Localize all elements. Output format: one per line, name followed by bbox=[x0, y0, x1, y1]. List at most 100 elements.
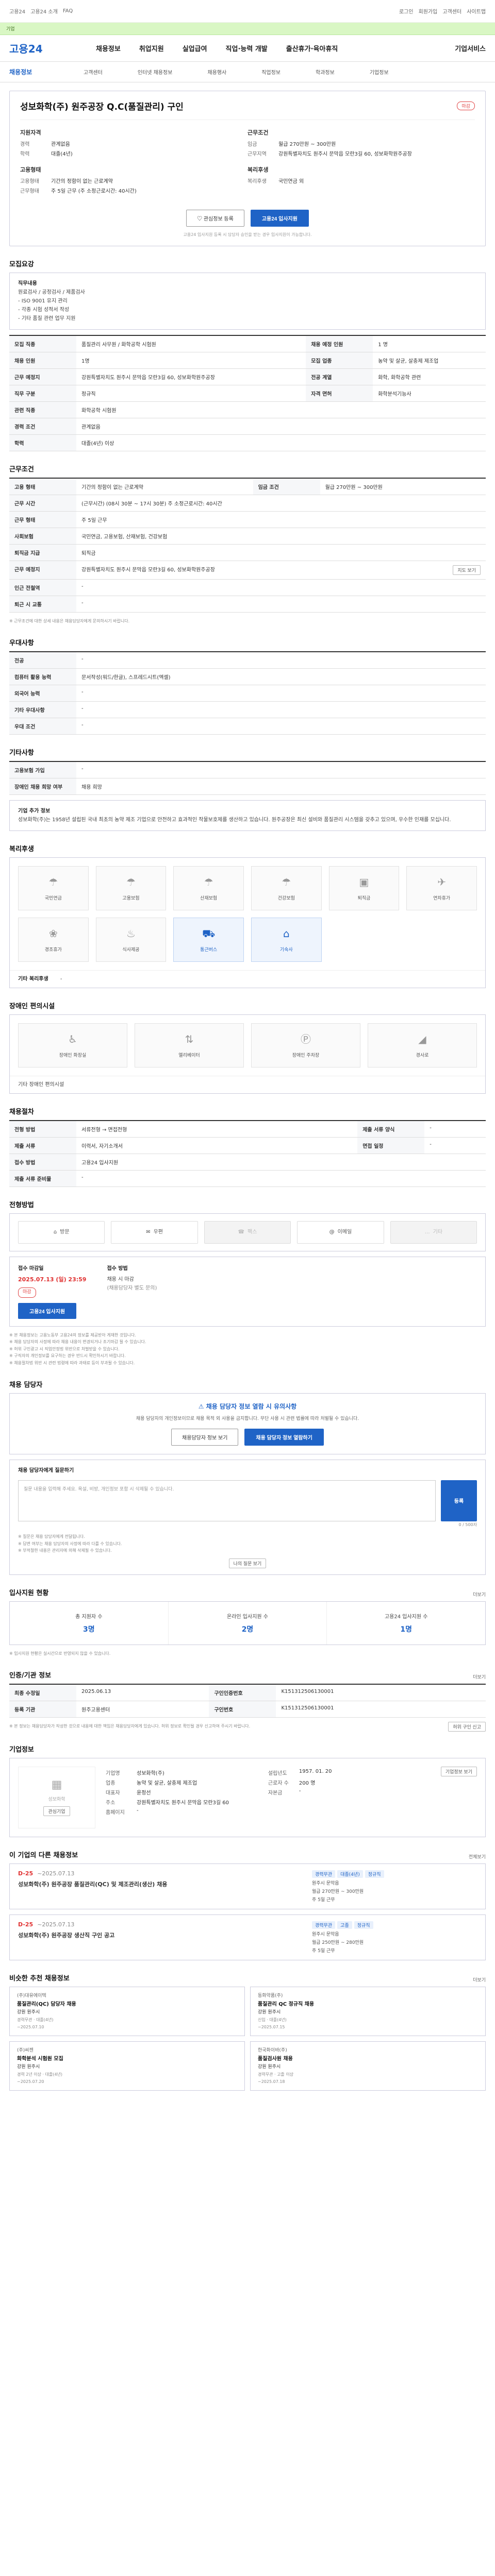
conditions-table: 고용 형태 기간의 정함이 없는 근로계약 임금 조건 월급 270만원 ~ 300만… bbox=[9, 478, 486, 613]
recommend-card[interactable]: 동화약품(주) 품질관리 QC 정규직 채용 강원 원주시 신입 · 대졸(4년) ~2… bbox=[250, 1986, 486, 2036]
kv-key: 설립년도 bbox=[268, 1770, 287, 1776]
recommend-company: 동화약품(주) bbox=[258, 1993, 283, 1998]
utility-link[interactable]: 고용24 소개 bbox=[30, 7, 58, 15]
recommend-card[interactable]: (주)대유에이텍 품질관리(QC) 담당자 채용 강원 원주시 경력무관 · 대졸(4… bbox=[9, 1986, 245, 2036]
contact-show-button[interactable]: 채용담당자 정보 보기 bbox=[171, 1428, 239, 1446]
row-value: K151312506130001 bbox=[276, 1701, 486, 1718]
other-job-card[interactable]: D-25 ~2025.07.13 성보화학(주) 원주공장 생산직 구인 공고 경력무… bbox=[9, 1914, 486, 1960]
support-link[interactable]: 고객센터 bbox=[442, 7, 461, 15]
counter-item: 총 지원자 수 3명 bbox=[10, 1601, 169, 1645]
gnb-leave[interactable]: 출산휴가·육아휴직 bbox=[277, 43, 348, 53]
table-row: 퇴직금 지급 퇴직금 bbox=[9, 544, 486, 561]
benefit-icon: ☂ bbox=[282, 875, 291, 888]
kv-value: 기간의 정함이 없는 근로계약 bbox=[51, 179, 113, 184]
gnb-jobs[interactable]: 채용정보 bbox=[87, 43, 130, 53]
row-value: - bbox=[76, 1170, 486, 1187]
recommend-title[interactable]: 품질관리 QC 정규직 채용 bbox=[258, 2000, 478, 2009]
company-more-button[interactable]: 기업정보 보기 bbox=[440, 1766, 477, 1776]
job-tag: 고졸 bbox=[337, 1921, 352, 1929]
note-line: ※ 채용절차법 위반 시 관련 법령에 따라 과태료 등이 부과될 수 있습니다… bbox=[9, 1360, 135, 1365]
apply-method-item[interactable]: @ 이메일 bbox=[297, 1221, 384, 1244]
benefit-icon: ⌂ bbox=[283, 927, 290, 940]
recommend-date: ~2025.07.10 bbox=[17, 2024, 44, 2029]
status-more-link[interactable]: 더보기 bbox=[473, 1591, 486, 1598]
signup-link[interactable]: 회원가입 bbox=[419, 7, 438, 15]
recommend-more-link[interactable]: 더보기 bbox=[473, 1976, 486, 1983]
other-jobs-more-link[interactable]: 전체보기 bbox=[469, 1853, 486, 1860]
gnb-training[interactable]: 직업·능력 개발 bbox=[217, 43, 277, 53]
row-header: 임금 조건 bbox=[253, 478, 320, 495]
apply-method-item[interactable]: ✉ 우편 bbox=[111, 1221, 198, 1244]
subnav-item[interactable]: 직업정보 bbox=[244, 68, 298, 76]
sitemap-link[interactable]: 사이트맵 bbox=[467, 7, 486, 15]
question-input[interactable]: 질문 내용을 입력해 주세요. 욕설, 비방, 개인정보 포함 시 삭제될 수 … bbox=[18, 1480, 436, 1521]
contact-view-button[interactable]: 채용 담당자 정보 열람하기 bbox=[244, 1428, 324, 1446]
row-value: 1 명 bbox=[373, 335, 486, 352]
subnav-home[interactable]: 채용정보 bbox=[9, 67, 66, 76]
method-label: 방문 bbox=[60, 1229, 70, 1235]
gnb-business[interactable]: 기업서비스 bbox=[455, 43, 486, 53]
job-title[interactable]: 성보화학(주) 원주공장 품질관리(QC) 및 제조관리(생산) 채용 bbox=[18, 1880, 302, 1888]
row-header: 제출 서류 bbox=[9, 1137, 76, 1154]
subnav-item[interactable]: 인터넷 채용정보 bbox=[120, 68, 190, 76]
apply-button[interactable]: 고용24 입사지원 bbox=[250, 210, 309, 227]
posting-more-link[interactable]: 더보기 bbox=[473, 1673, 486, 1680]
deadline-col: 접수 마감일 2025.07.13 (일) 23:59 마감 고용24 입사지원 bbox=[18, 1264, 86, 1319]
interest-button[interactable]: ♡ 관심정보 등록 bbox=[186, 210, 244, 227]
row-header: 직무 구분 bbox=[9, 385, 76, 402]
recommend-title[interactable]: 품질검사원 채용 bbox=[258, 2055, 478, 2063]
notice-banner[interactable]: 기업 bbox=[0, 23, 495, 35]
row-value: 품질관리 사무원 / 화학공학 시험원 bbox=[76, 335, 306, 352]
job-title[interactable]: 성보화학(주) 원주공장 생산직 구인 공고 bbox=[18, 1931, 302, 1939]
row-value: (근무시간) (08시 30분 ~ 17시 30분) 주 소정근로시간: 40시… bbox=[76, 495, 486, 512]
row-value: 퇴직금 bbox=[76, 544, 486, 561]
row-value: 강원특별자치도 원주시 문막읍 모란3길 60, 성보화학원주공장 bbox=[76, 368, 306, 385]
my-question-button[interactable]: 나의 질문 보기 bbox=[228, 1558, 267, 1568]
utility-link[interactable]: FAQ bbox=[63, 8, 73, 14]
gnb-unemployment[interactable]: 실업급여 bbox=[173, 43, 217, 53]
row-value: - bbox=[76, 761, 486, 778]
recommend-title[interactable]: 품질관리(QC) 담당자 채용 bbox=[17, 2000, 237, 2009]
deadline-apply-button[interactable]: 고용24 입사지원 bbox=[18, 1302, 77, 1319]
welfare-extra: 기타 복리후생 - bbox=[10, 970, 485, 988]
row-header: 접수 방법 bbox=[9, 1154, 76, 1171]
disability-label: 장애인 화장실 bbox=[59, 1053, 87, 1058]
recommend-card[interactable]: (주)씨젠 화학분석 시험원 모집 강원 원주시 경력 2년 이상 · 대졸(4년) ~… bbox=[9, 2041, 245, 2091]
table-row: 외국어 능력 - bbox=[9, 685, 486, 702]
company-interest-button[interactable]: 관심기업 bbox=[43, 1806, 70, 1817]
gnb-support[interactable]: 취업지원 bbox=[130, 43, 173, 53]
kv-value: 관계없음 bbox=[51, 142, 70, 147]
question-submit-button[interactable]: 등록 bbox=[441, 1480, 477, 1521]
question-title: 채용 담당자에게 질문하기 bbox=[18, 1467, 74, 1473]
disability-label: 엘리베이터 bbox=[178, 1053, 200, 1058]
utility-link[interactable]: 고용24 bbox=[9, 7, 25, 15]
row-header: 퇴직금 지급 bbox=[9, 544, 76, 561]
apply-method-item[interactable]: ⌂ 방문 bbox=[18, 1221, 105, 1244]
benefit-icon: ☂ bbox=[48, 875, 58, 888]
site-logo[interactable]: 고용24 bbox=[9, 41, 87, 56]
section-title: 입사지원 현황 bbox=[9, 1589, 49, 1597]
benefit-icon: ♨ bbox=[126, 927, 136, 940]
recommend-title[interactable]: 화학분석 시험원 모집 bbox=[17, 2055, 237, 2063]
other-job-card[interactable]: D-25 ~2025.07.13 성보화학(주) 원주공장 품질관리(QC) 및 제… bbox=[9, 1863, 486, 1909]
login-link[interactable]: 로그인 bbox=[399, 7, 414, 15]
subnav-item[interactable]: 학과정보 bbox=[298, 68, 352, 76]
section-title: 인증/기관 정보 bbox=[9, 1671, 52, 1680]
row-value: 농약 및 살균, 살충제 제조업 bbox=[373, 352, 486, 369]
subnav-item[interactable]: 고객센터 bbox=[66, 68, 120, 76]
job-tags: 경력무관 고졸 정규직 bbox=[312, 1921, 477, 1929]
apply-col: 접수 방법 채용 시 마감 (채용담당자 별도 문의) bbox=[107, 1264, 157, 1319]
row-header: 구인인증번호 bbox=[209, 1684, 276, 1701]
note-line: ※ 구직자의 개인정보를 요구하는 경우 반드시 확인하시기 바랍니다. bbox=[9, 1353, 126, 1359]
row-header: 경력 조건 bbox=[9, 418, 76, 435]
section-title: 장애인 편의시설 bbox=[9, 1002, 55, 1010]
report-button[interactable]: 허위 구인 신고 bbox=[448, 1721, 486, 1732]
global-nav: 고용24 채용정보 취업지원 실업급여 직업·능력 개발 출산휴가·육아휴직 기… bbox=[0, 35, 495, 62]
subnav-item[interactable]: 기업정보 bbox=[352, 68, 406, 76]
disability-item: ◢ 경사로 bbox=[368, 1023, 477, 1067]
row-header: 기타 우대사항 bbox=[9, 701, 76, 718]
recommend-card[interactable]: 한국화이바(주) 품질검사원 채용 강원 원주시 경력무관 · 고졸 이상 ~2025.… bbox=[250, 2041, 486, 2091]
subnav-item[interactable]: 채용행사 bbox=[190, 68, 244, 76]
map-button[interactable]: 지도 보기 bbox=[453, 565, 481, 575]
disability-item: Ⓟ 장애인 주차장 bbox=[251, 1023, 360, 1067]
